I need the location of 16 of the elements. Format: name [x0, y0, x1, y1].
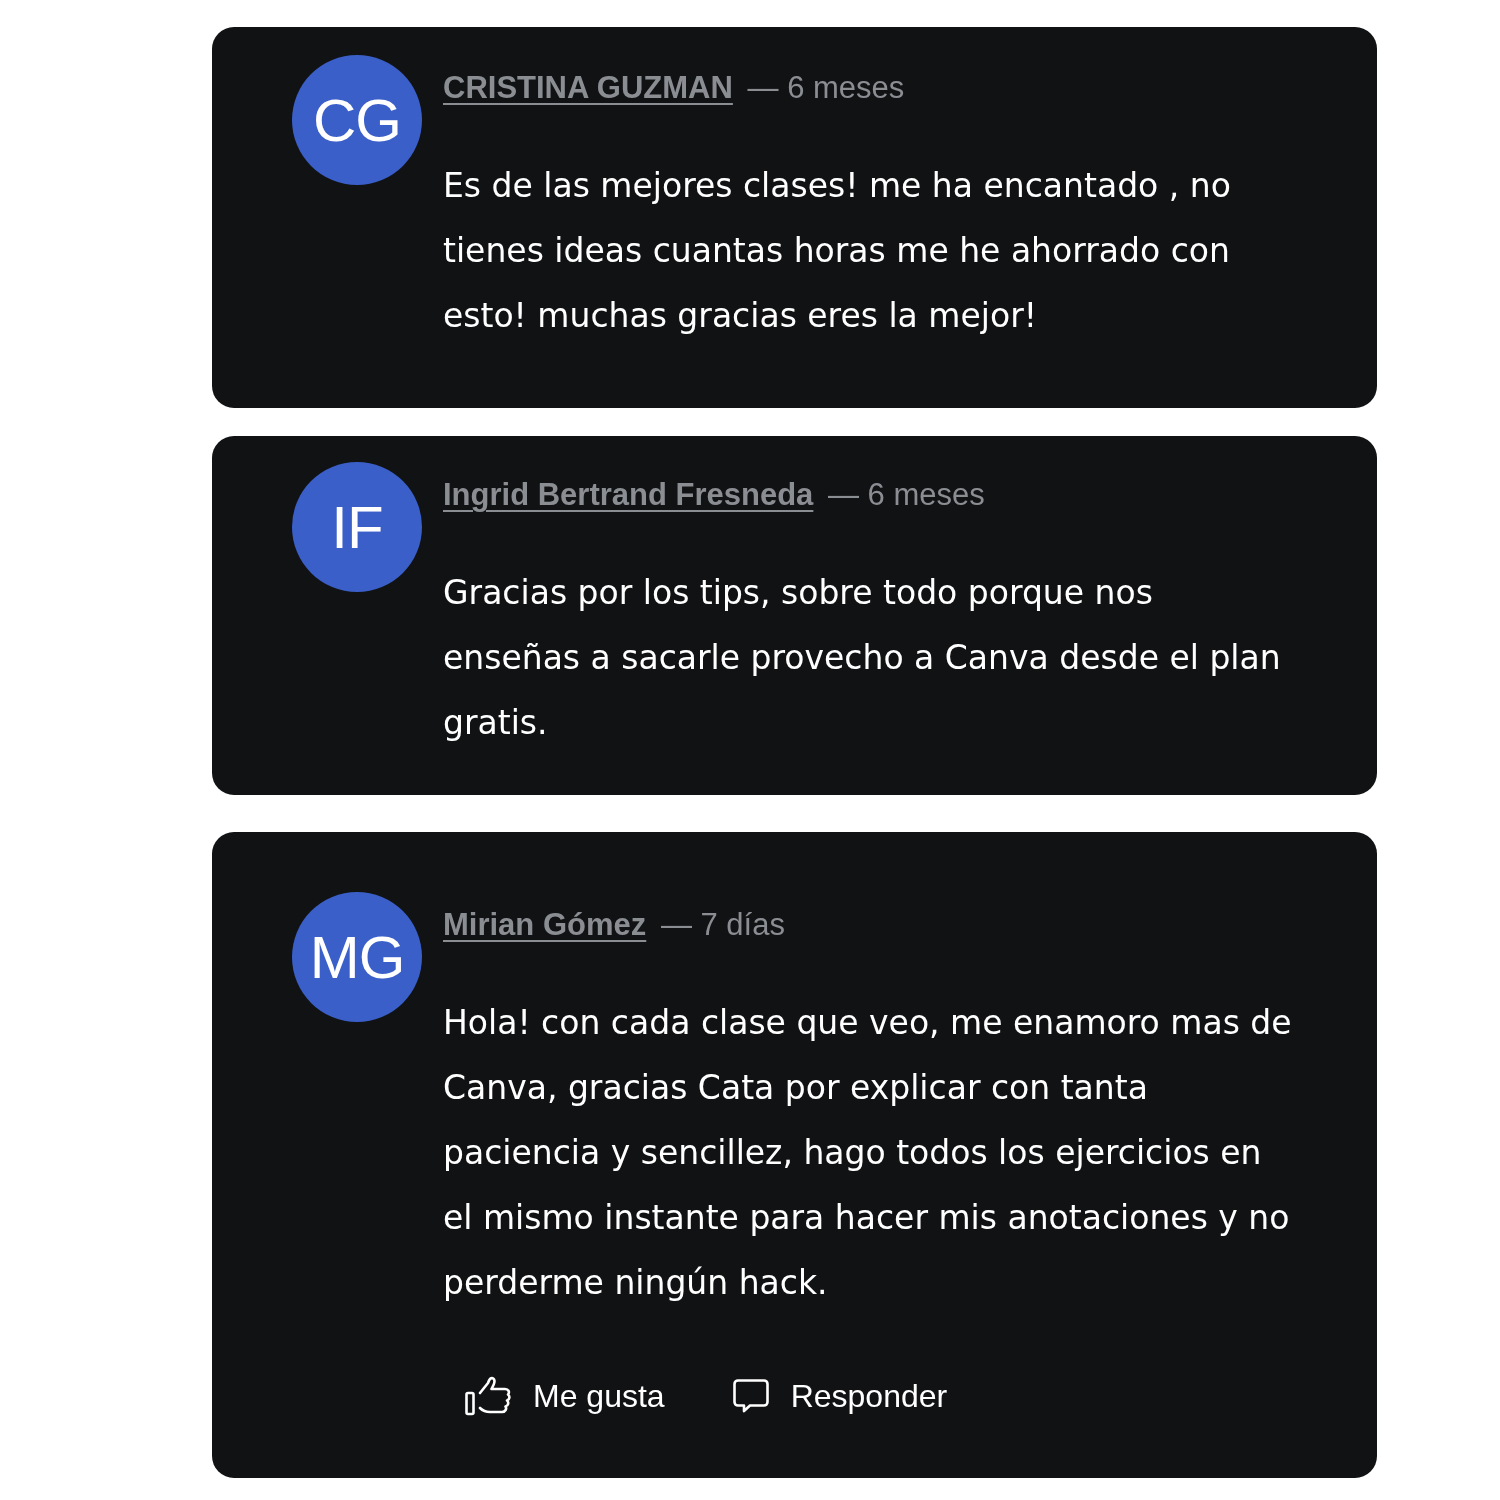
author-link[interactable]: Ingrid Bertrand Fresneda [443, 477, 814, 512]
reply-button[interactable]: Responder [732, 1377, 948, 1415]
comment-time: — 6 meses [828, 477, 985, 512]
thumbs-up-icon [465, 1376, 511, 1416]
author-link[interactable]: CRISTINA GUZMAN [443, 70, 733, 105]
like-button[interactable]: Me gusta [465, 1376, 665, 1416]
comment-time: — 7 días [660, 907, 785, 942]
avatar-initials: IF [292, 462, 422, 592]
comment-text: Es de las mejores clases! me ha encantado , no tienes ideas cuantas horas me he ahorrado con esto! muchas gracias eres la mejor! [443, 165, 1232, 337]
comment-time: — 6 meses [747, 70, 905, 105]
avatar-initials: MG [292, 892, 422, 1022]
speech-bubble-icon [732, 1379, 769, 1413]
avatar-initials: CG [292, 55, 422, 185]
author-link[interactable]: Mirian Gómez [443, 907, 647, 942]
comment-text: Hola! con cada clase que veo, me enamoro mas de Canva, gracias Cata por explicar con tanta paciencia y sencillez, hago todos los ejercicios en el mismo instante para hacer mis anotaciones y no perderme ningún hack. [443, 1002, 1293, 1304]
comment-text: Gracias por los tips, sobre todo porque nos enseñas a sacarle provecho a Canva desde el plan gratis. [443, 572, 1282, 744]
